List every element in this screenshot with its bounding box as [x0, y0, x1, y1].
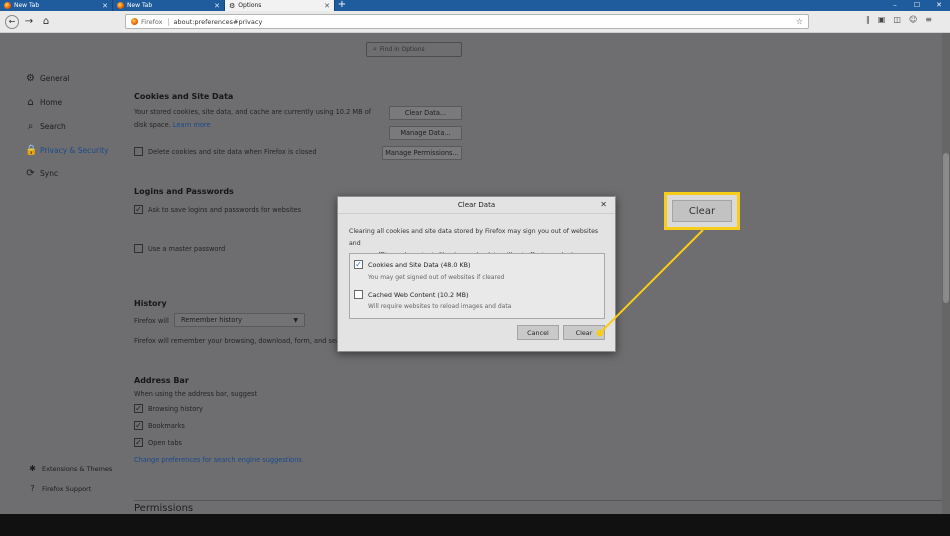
callout-dot	[596, 329, 604, 337]
callout-pointer	[596, 229, 704, 337]
callout-clear-button: Clear	[672, 200, 732, 222]
callout-highlight: Clear	[664, 192, 740, 230]
callout-line	[599, 229, 704, 334]
